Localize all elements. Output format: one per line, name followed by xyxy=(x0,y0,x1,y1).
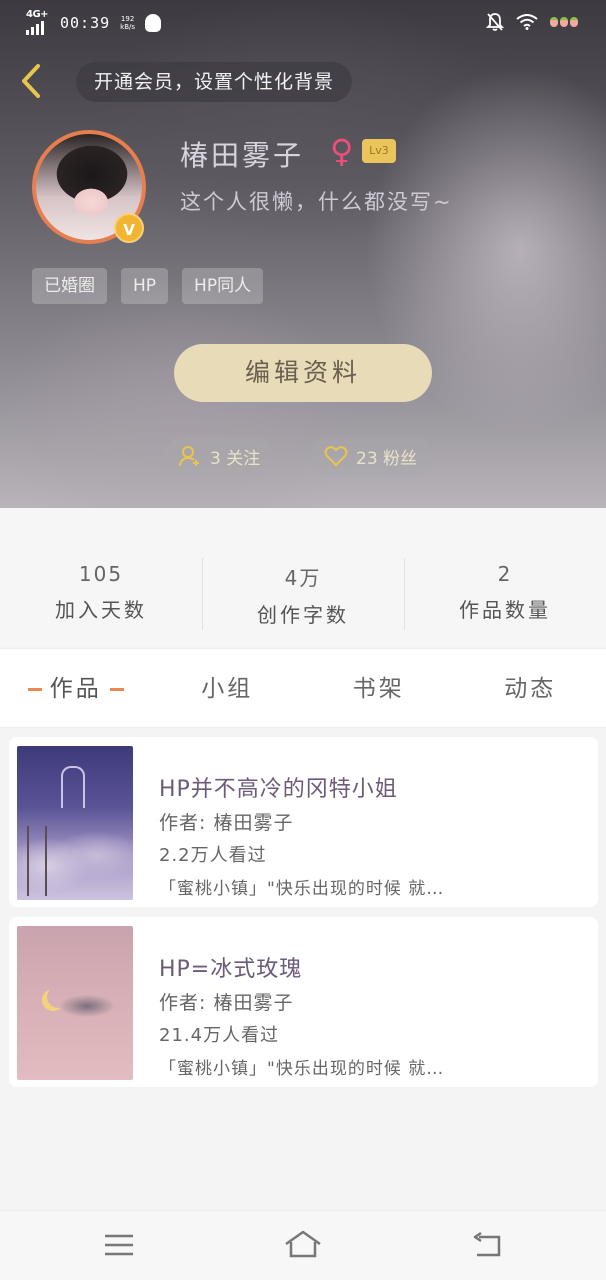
qq-notification-icon xyxy=(145,14,162,32)
tab-works[interactable]: 作品 xyxy=(0,649,152,727)
work-cover-image xyxy=(17,746,133,900)
user-tags: 已婚圈 HP HP同人 xyxy=(32,268,264,304)
vip-background-prompt[interactable]: 开通会员，设置个性化背景 xyxy=(76,62,353,102)
tag-item[interactable]: 已婚圈 xyxy=(32,268,107,304)
work-views: 21.4万人看过 xyxy=(159,1025,280,1046)
menu-button[interactable] xyxy=(99,1229,139,1261)
system-navigation-bar xyxy=(0,1210,606,1280)
following-button[interactable]: 3 关注 xyxy=(164,436,275,476)
heart-icon xyxy=(324,446,348,467)
return-icon xyxy=(473,1231,501,1257)
edit-profile-button[interactable]: 编辑资料 xyxy=(174,344,432,402)
works-list: HP并不高冷的冈特小姐 作者: 椿田雾子 2.2万人看过 「蜜桃小镇」"快乐出现… xyxy=(0,728,606,1210)
work-card[interactable]: HP=冰式玫瑰 作者: 椿田雾子 21.4万人看过 「蜜桃小镇」"快乐出现的时候… xyxy=(9,917,598,1087)
back-button[interactable] xyxy=(18,62,46,100)
work-author: 作者: 椿田雾子 xyxy=(159,992,294,1014)
verified-badge-icon: V xyxy=(114,213,144,243)
home-button[interactable] xyxy=(283,1229,323,1261)
stat-word-count: 4万 创作字数 xyxy=(202,508,404,646)
user-icon xyxy=(179,446,199,467)
network-type: 4G+ xyxy=(26,9,49,20)
work-description: 「蜜桃小镇」"快乐出现的时候 就… xyxy=(159,879,445,899)
work-description: 「蜜桃小镇」"快乐出现的时候 就… xyxy=(159,1059,445,1079)
stat-join-days: 105 加入天数 xyxy=(55,562,147,622)
female-gender-icon: ♀ xyxy=(330,132,354,170)
home-icon xyxy=(285,1230,321,1258)
tab-bookshelf[interactable]: 书架 xyxy=(303,649,455,727)
mute-bell-icon xyxy=(486,12,504,32)
work-author: 作者: 椿田雾子 xyxy=(159,812,294,834)
work-card[interactable]: HP并不高冷的冈特小姐 作者: 椿田雾子 2.2万人看过 「蜜桃小镇」"快乐出现… xyxy=(9,737,598,907)
user-bio: 这个人很懒，什么都没写~ xyxy=(180,190,453,214)
following-count: 3 关注 xyxy=(210,448,261,469)
back-nav-button[interactable] xyxy=(467,1229,507,1261)
stat-works-count: 2 作品数量 xyxy=(404,508,606,646)
username: 椿田雾子 xyxy=(180,139,305,172)
work-cover-image xyxy=(17,926,133,1080)
level-badge: Lv3 xyxy=(362,139,396,163)
wifi-icon xyxy=(516,14,538,30)
fans-count: 23 粉丝 xyxy=(356,448,418,469)
status-bar: 4G+ 00:39 192 kB/s xyxy=(0,0,606,46)
cell-signal-icon: 4G+ xyxy=(26,9,50,35)
network-speed: 192 kB/s xyxy=(120,15,136,31)
tag-item[interactable]: HP同人 xyxy=(182,268,264,304)
clock: 00:39 xyxy=(60,14,111,32)
work-title: HP并不高冷的冈特小姐 xyxy=(159,777,398,802)
profile-tabs: 作品 小组 书架 动态 xyxy=(0,648,606,728)
tag-item[interactable]: HP xyxy=(121,268,169,304)
fans-button[interactable]: 23 粉丝 xyxy=(310,436,432,476)
tab-groups[interactable]: 小组 xyxy=(152,649,304,727)
work-title: HP=冰式玫瑰 xyxy=(159,957,303,982)
chevron-left-icon xyxy=(22,64,40,98)
work-views: 2.2万人看过 xyxy=(159,845,267,866)
battery-icon xyxy=(550,17,578,27)
profile-stats: 105 加入天数 4万 创作字数 2 作品数量 xyxy=(0,508,606,646)
tab-activity[interactable]: 动态 xyxy=(455,649,606,727)
menu-icon xyxy=(105,1234,133,1256)
